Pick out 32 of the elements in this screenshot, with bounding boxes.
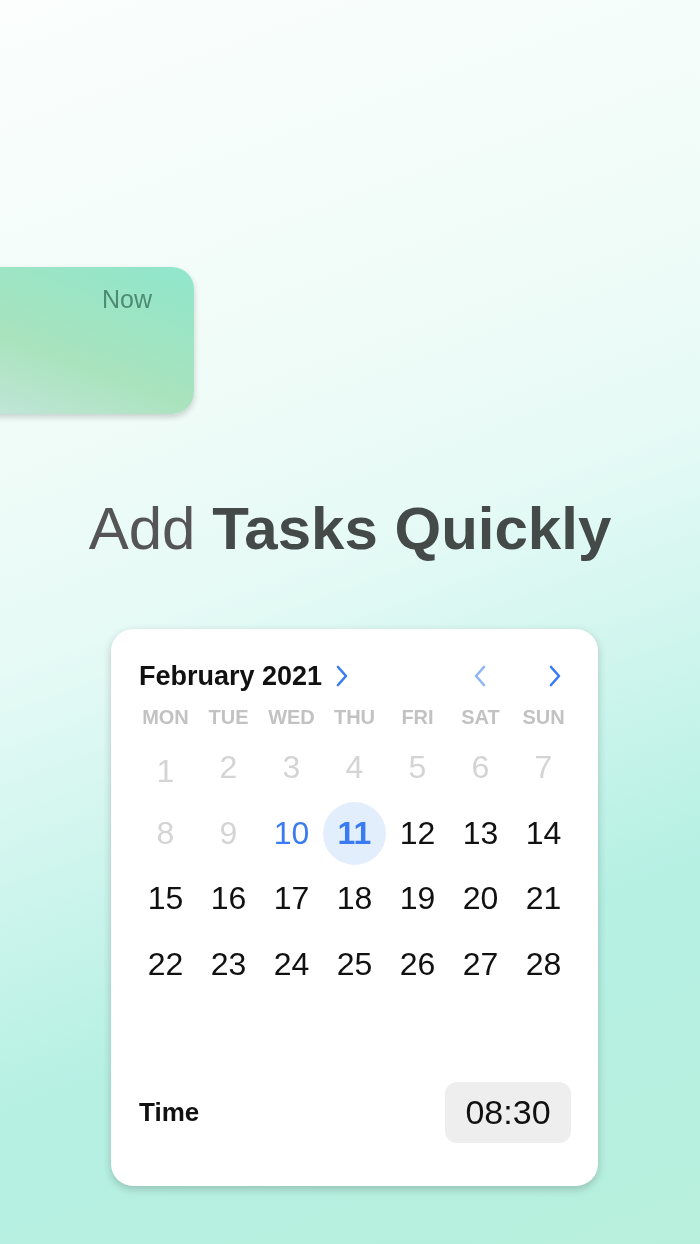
calendar-day[interactable]: 20 (449, 867, 512, 931)
calendar-day[interactable]: 15 (134, 867, 197, 931)
weekday-label: THU (332, 704, 377, 730)
calendar-day[interactable]: 10 (260, 801, 323, 865)
calendar-day[interactable]: 12 (386, 801, 449, 865)
calendar-day[interactable]: 28 (512, 932, 575, 996)
calendar-day[interactable]: 27 (449, 932, 512, 996)
time-picker[interactable]: 08:30 (445, 1082, 571, 1143)
calendar-day[interactable]: 13 (449, 801, 512, 865)
chevron-right-icon (547, 664, 563, 688)
calendar-day[interactable]: 17 (260, 867, 323, 931)
weekday-label: FRI (400, 704, 435, 730)
calendar-day[interactable]: 25 (323, 932, 386, 996)
calendar-day[interactable]: 22 (134, 932, 197, 996)
month-title[interactable]: February 2021 (139, 660, 323, 692)
weekday-label: TUE (207, 704, 250, 730)
calendar-day[interactable]: 24 (260, 932, 323, 996)
calendar-day[interactable]: 26 (386, 932, 449, 996)
calendar-day[interactable]: 23 (197, 932, 260, 996)
weekday-label: SUN (521, 704, 566, 730)
calendar-day[interactable]: 19 (386, 867, 449, 931)
weekday-label: SAT (460, 704, 501, 730)
weekday-label: WED (267, 704, 316, 730)
chevron-left-icon (472, 664, 488, 688)
calendar-day[interactable]: 21 (512, 867, 575, 931)
calendar-day[interactable]: 14 (512, 801, 575, 865)
time-label: Now (102, 285, 152, 314)
calendar-day[interactable]: 16 (197, 867, 260, 931)
weekday-label: MON (141, 704, 190, 730)
calendar-day[interactable]: 18 (323, 867, 386, 931)
headline: Add Tasks Quickly (87, 494, 613, 563)
time-label: Time (139, 1097, 200, 1128)
